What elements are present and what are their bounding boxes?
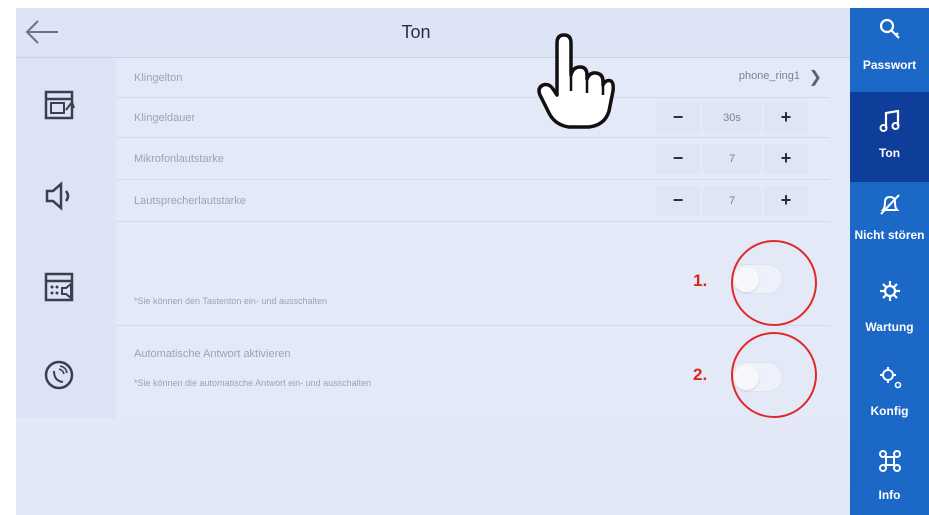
keypad-tone-icon[interactable]	[42, 270, 82, 310]
mic-volume-minus-button[interactable]: −	[656, 144, 700, 174]
auto-answer-icon[interactable]	[42, 358, 82, 398]
sidebar-label-passwort: Passwort	[862, 58, 917, 72]
command-icon	[878, 450, 901, 472]
right-sidebar: Passwort Ton Nicht stören Wartung Konfig…	[850, 8, 929, 515]
key-tone-row: *Sie können den Tastenton ein- und aussc…	[116, 222, 830, 326]
ringtone-value[interactable]: phone_ring1	[739, 70, 800, 82]
sidebar-item-konfig[interactable]: Konfig	[850, 364, 929, 438]
annotation-marker-1: 1.	[693, 271, 708, 290]
auto-answer-row: Automatische Antwort aktivieren *Sie kön…	[116, 326, 830, 418]
ringtone-row[interactable]: Klingelton phone_ring1 ❯	[116, 58, 830, 98]
speaker-volume-minus-button[interactable]: −	[656, 186, 700, 216]
ring-duration-row: Klingeldauer − 30s +	[116, 98, 830, 138]
auto-answer-label: Automatische Antwort aktivieren	[134, 348, 291, 360]
header-bar: Ton	[16, 8, 850, 58]
mic-volume-value: 7	[703, 144, 761, 174]
sidebar-item-wartung[interactable]: Wartung	[850, 278, 929, 350]
wrench-gear-icon	[879, 281, 900, 301]
ring-duration-minus-button[interactable]: −	[656, 103, 700, 133]
sidebar-item-info[interactable]: Info	[850, 448, 929, 515]
speaker-volume-plus-button[interactable]: +	[764, 186, 808, 216]
annotation-circle-2	[731, 332, 817, 418]
sidebar-label-info: Info	[878, 488, 901, 502]
annotation-marker-2: 2.	[693, 365, 708, 384]
mic-volume-stepper: − 7 +	[656, 144, 808, 174]
sidebar-label-konfig: Konfig	[870, 404, 909, 418]
ring-duration-stepper: − 30s +	[656, 103, 808, 133]
chevron-right-icon[interactable]: ❯	[809, 67, 822, 87]
ring-duration-value: 30s	[703, 103, 761, 133]
ring-duration-plus-button[interactable]: +	[764, 103, 808, 133]
speaker-volume-stepper: − 7 +	[656, 186, 808, 216]
sidebar-label-ton: Ton	[878, 146, 901, 160]
key-icon	[879, 18, 900, 39]
key-tone-note: *Sie können den Tastenton ein- und aussc…	[134, 296, 327, 306]
sidebar-item-nicht-stoeren[interactable]: Nicht stören	[850, 192, 929, 268]
mic-volume-label: Mikrofonlautstarke	[134, 153, 224, 165]
ring-duration-label: Klingeldauer	[134, 112, 196, 124]
annotation-circle-1	[731, 240, 817, 326]
sidebar-label-nicht-stoeren: Nicht stören	[854, 228, 925, 242]
sidebar-item-ton[interactable]: Ton	[850, 92, 929, 182]
mic-volume-row: Mikrofonlautstarke − 7 +	[116, 138, 830, 180]
bell-off-icon	[879, 194, 900, 215]
mic-volume-plus-button[interactable]: +	[764, 144, 808, 174]
sidebar-label-wartung: Wartung	[865, 320, 914, 334]
music-note-icon	[879, 109, 899, 132]
gears-icon	[879, 367, 901, 389]
speaker-volume-label: Lautsprecherlautstarke	[134, 195, 246, 207]
sidebar-item-passwort[interactable]: Passwort	[850, 16, 929, 92]
speaker-volume-icon[interactable]	[42, 178, 82, 218]
auto-answer-note: *Sie können die automatische Antwort ein…	[134, 378, 372, 388]
pointing-hand-icon	[537, 33, 615, 131]
speaker-volume-row: Lautsprecherlautstarke − 7 +	[116, 180, 830, 222]
left-icon-column	[16, 58, 116, 418]
ringtone-label: Klingelton	[134, 72, 183, 84]
page-title: Ton	[401, 22, 431, 42]
speaker-volume-value: 7	[703, 186, 761, 216]
ringtone-settings-icon[interactable]	[42, 88, 82, 128]
